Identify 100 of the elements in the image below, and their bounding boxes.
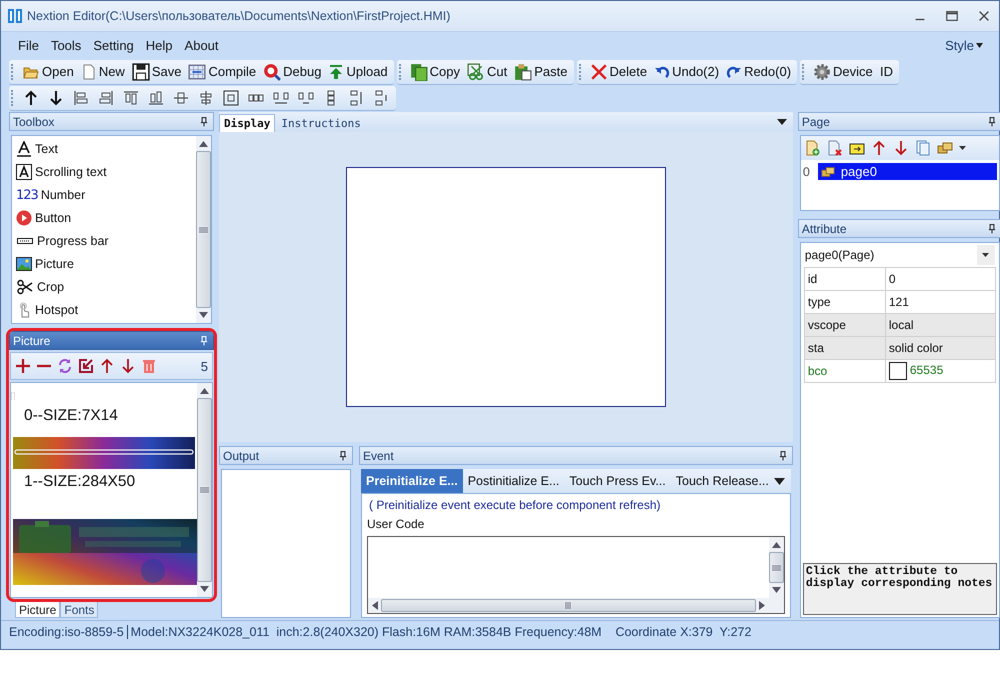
toolbar-button[interactable]: Upload — [325, 62, 391, 82]
align-left-icon[interactable] — [73, 90, 89, 106]
scrollbar-thumb[interactable] — [768, 552, 784, 583]
event-tab[interactable]: Touch Press Ev... — [564, 469, 671, 493]
scroll-down-icon[interactable] — [200, 586, 209, 592]
scrollbar-thumb[interactable] — [196, 151, 211, 308]
copy-page-icon[interactable] — [914, 140, 931, 156]
move-up-icon[interactable] — [870, 140, 887, 156]
toolbar-button[interactable]: Copy — [406, 62, 464, 82]
panel-tab[interactable]: Fonts — [60, 602, 98, 618]
gear-icon[interactable] — [813, 62, 832, 80]
scroll-down-icon[interactable] — [199, 312, 208, 318]
toolbar-button[interactable]: Compile — [185, 62, 260, 82]
add-icon[interactable] — [15, 358, 31, 374]
refresh-icon[interactable] — [57, 358, 73, 374]
panel-tab[interactable]: Picture — [15, 602, 60, 618]
upload-arrow-icon[interactable] — [328, 62, 344, 80]
toolbox-item[interactable]: Picture — [16, 252, 192, 276]
toolbar-button[interactable]: Cut — [464, 62, 510, 82]
menu-item[interactable]: Help — [140, 36, 178, 55]
toolbar-button[interactable]: Undo(2) — [651, 62, 722, 80]
toolbox-item[interactable]: Text — [16, 138, 192, 161]
event-tab[interactable]: Touch Release... — [670, 469, 774, 493]
caret-icon[interactable] — [774, 478, 785, 484]
toolbar-button[interactable]: New — [78, 62, 128, 82]
toolbar-button[interactable]: Delete — [586, 62, 650, 82]
attribute-name[interactable]: sta — [804, 336, 886, 360]
spacing-decrease-icon[interactable] — [298, 90, 314, 106]
horizontal-scrollbar[interactable] — [368, 598, 784, 613]
move-up-icon[interactable] — [99, 358, 115, 374]
attribute-value[interactable]: 0 — [885, 268, 996, 290]
toolbox-item[interactable]: 123 Number — [16, 184, 192, 207]
menu-item[interactable]: Setting — [88, 36, 139, 55]
toolbox-item[interactable]: Progress bar — [16, 230, 192, 252]
toolbar-button[interactable]: Paste — [511, 62, 571, 82]
align-right-icon[interactable] — [98, 90, 114, 106]
fit-frame-icon[interactable] — [223, 90, 239, 106]
spacing-increase-icon[interactable] — [273, 90, 289, 106]
code-editor[interactable] — [367, 536, 785, 614]
align-top-icon[interactable] — [123, 90, 139, 106]
vertical-spacing-decrease-icon[interactable] — [373, 90, 389, 106]
toolbox-item[interactable]: Crop — [16, 275, 192, 298]
center-horizontal-icon[interactable] — [173, 90, 189, 106]
pin-icon[interactable] — [199, 116, 209, 128]
pages-icon[interactable] — [936, 140, 953, 156]
document-icon[interactable] — [80, 62, 97, 80]
pin-icon[interactable] — [338, 450, 348, 462]
scroll-up-icon[interactable] — [199, 141, 208, 147]
move-down-icon[interactable] — [120, 358, 136, 374]
delete-x-icon[interactable] — [590, 62, 608, 80]
scrollbar-thumb[interactable] — [381, 599, 756, 612]
clipboard-icon[interactable] — [514, 62, 532, 80]
page-item[interactable]: page0 — [818, 163, 997, 180]
attribute-value[interactable]: local — [885, 314, 996, 336]
caret-icon[interactable] — [958, 146, 966, 150]
toolbox-item[interactable]: Button — [16, 206, 192, 230]
pin-icon[interactable] — [778, 450, 788, 462]
delete-page-icon[interactable] — [826, 140, 843, 156]
attribute-value[interactable]: 65535 — [885, 360, 996, 382]
scissors-icon[interactable] — [467, 62, 486, 80]
menu-item[interactable]: File — [13, 36, 44, 55]
attribute-value[interactable]: solid color — [885, 336, 996, 360]
attribute-name[interactable]: vscope — [804, 314, 886, 336]
grid-icon[interactable] — [188, 62, 206, 80]
toolbar-button[interactable]: Redo(0) — [723, 62, 794, 80]
magnifier-icon[interactable] — [263, 62, 282, 80]
bring-forward-icon[interactable] — [23, 90, 39, 106]
align-bottom-icon[interactable] — [148, 90, 164, 106]
menu-item[interactable]: About — [180, 36, 224, 55]
scroll-up-icon[interactable] — [772, 542, 781, 548]
menu-item[interactable]: Tools — [46, 36, 86, 55]
maximize-icon[interactable] — [945, 9, 959, 23]
pin-icon[interactable] — [986, 116, 997, 128]
attribute-name[interactable]: bco — [804, 360, 886, 382]
attribute-name[interactable]: id — [804, 268, 886, 290]
close-icon[interactable] — [977, 9, 991, 23]
copy-icon[interactable] — [410, 62, 428, 80]
scroll-left-icon[interactable] — [372, 601, 378, 610]
toolbox-item[interactable]: Scrolling text — [16, 160, 192, 184]
trash-icon[interactable] — [141, 358, 157, 374]
pin-icon[interactable] — [986, 222, 997, 234]
center-vertical-icon[interactable] — [198, 90, 214, 106]
send-backward-icon[interactable] — [48, 90, 64, 106]
toolbox-item[interactable]: Hotspot — [16, 298, 192, 321]
scroll-down-icon[interactable] — [772, 587, 781, 593]
export-icon[interactable] — [78, 358, 94, 374]
move-down-icon[interactable] — [892, 140, 909, 156]
toolbar-button[interactable]: Open — [19, 62, 77, 80]
editor-tab[interactable]: Display — [219, 114, 276, 132]
toolbar-button[interactable]: Debug — [260, 62, 324, 82]
scroll-up-icon[interactable] — [200, 388, 209, 394]
vertical-spacing-increase-icon[interactable] — [348, 90, 364, 106]
caret-icon[interactable] — [982, 253, 990, 257]
event-tab[interactable]: Postinitialize E... — [462, 469, 564, 493]
toolbar-button[interactable]: Save — [128, 62, 184, 82]
scrollbar[interactable] — [768, 537, 784, 598]
event-tab[interactable]: Preinitialize E... — [361, 469, 463, 493]
editor-tab[interactable]: Instructions — [277, 115, 365, 132]
add-page-icon[interactable] — [804, 140, 821, 156]
scrollbar[interactable] — [196, 136, 211, 323]
